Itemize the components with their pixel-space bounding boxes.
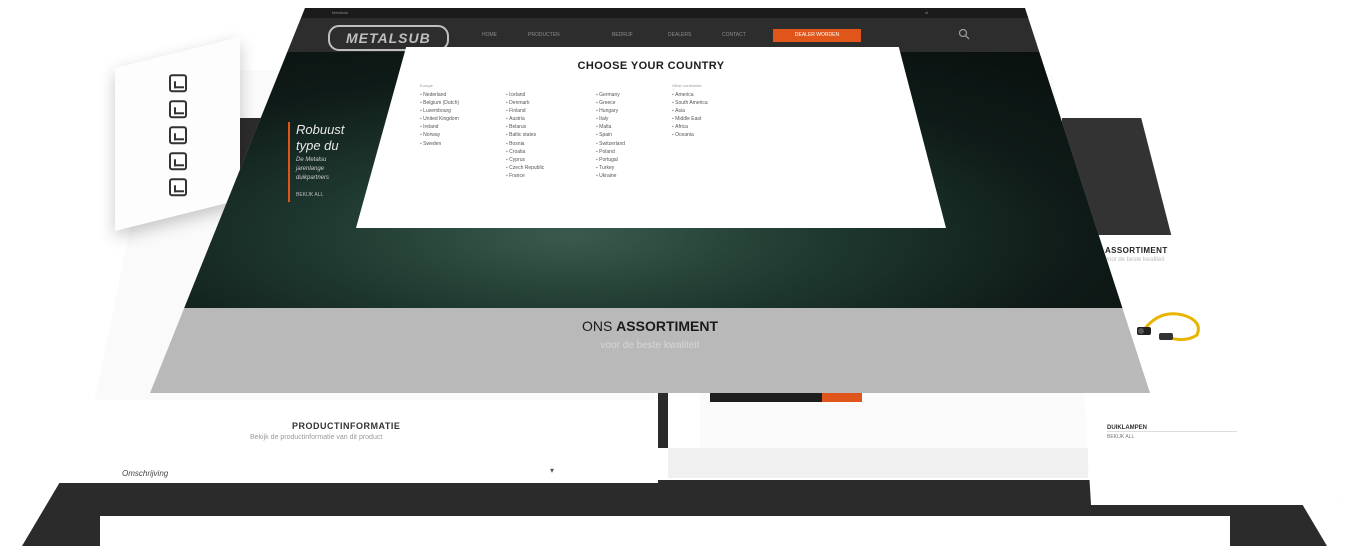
page-separator [668, 448, 1088, 478]
country-option[interactable]: Czech Republic [506, 165, 544, 173]
country-option[interactable]: Norway [420, 132, 459, 140]
pdf-icon[interactable] [169, 152, 187, 171]
country-option[interactable]: Malta [596, 124, 625, 132]
hero-body-text: De Metalsu jarenlange duikpartners [296, 157, 330, 181]
heading-bold: ASSORTIMENT [616, 318, 719, 334]
black-strip [710, 392, 822, 402]
country-option[interactable]: South America [672, 100, 708, 108]
background-strip [100, 516, 1230, 546]
nav-item-contact[interactable]: CONTACT [722, 32, 746, 38]
country-option[interactable]: Iceland [506, 92, 544, 100]
country-option[interactable]: Nederland [420, 92, 459, 100]
country-option[interactable]: Luxembourg [420, 108, 459, 116]
country-option[interactable]: Finland [506, 108, 544, 116]
search-icon[interactable] [958, 28, 970, 40]
country-option[interactable]: Asia [672, 108, 708, 116]
country-column-other: Other continents AmericaSouth AmericaAsi… [672, 83, 708, 141]
pdf-icon[interactable] [169, 178, 187, 197]
country-option[interactable]: Bosnia [506, 141, 544, 149]
country-option[interactable]: Portugal [596, 157, 625, 165]
column-heading: Europe [420, 83, 433, 88]
country-option[interactable]: Ukraine [596, 173, 625, 181]
hero-text: De Metalsu jarenlange duikpartners [296, 156, 329, 183]
country-option[interactable]: Italy [596, 116, 625, 124]
category-label: DUIKLAMPEN [1107, 425, 1147, 431]
nav-item-products[interactable]: PRODUCTEN [528, 32, 560, 38]
country-option[interactable]: Oceania [672, 132, 708, 140]
country-option[interactable]: Croatia [506, 149, 544, 157]
country-option[interactable]: Belgium (Dutch) [420, 100, 459, 108]
country-option[interactable]: Ireland [420, 124, 459, 132]
product-image[interactable] [1137, 305, 1213, 345]
product-info-panel: PRODUCTINFORMATIE Bekijk de productinfor… [10, 403, 658, 483]
nav-item-dealers[interactable]: DEALERS [668, 32, 691, 38]
country-option[interactable]: Denmark [506, 100, 544, 108]
country-option[interactable]: Switzerland [596, 141, 625, 149]
country-column-2: IcelandDenmarkFinlandAustriaBelarusBalti… [506, 83, 544, 181]
country-option[interactable]: France [506, 173, 544, 181]
pdf-icon[interactable] [169, 74, 187, 93]
nav-item-company[interactable]: BEDRIJF [612, 32, 633, 38]
assortiment-subtitle: voor de beste kwaliteit [1105, 257, 1165, 263]
view-all-link[interactable]: BEKIJK ALL [1107, 434, 1134, 440]
country-option[interactable]: Baltic states [506, 132, 544, 140]
main-navigation: METALSUB HOME PRODUCTEN BEDRIJF DEALERS … [150, 18, 1150, 52]
hero-view-all-link[interactable]: BEKIJK ALL [296, 192, 323, 198]
hero-accent-line [288, 122, 290, 202]
pdf-icon[interactable] [169, 126, 187, 145]
country-option[interactable]: Cyprus [506, 157, 544, 165]
country-column-europe: Europe NederlandBelgium (Dutch)Luxembour… [420, 83, 459, 149]
country-option[interactable]: Turkey [596, 165, 625, 173]
product-info-title: PRODUCTINFORMATIE [292, 421, 401, 431]
assortiment-title: ASSORTIMENT [1105, 246, 1168, 255]
divider [1107, 431, 1237, 432]
hero-title: Robuust type du [296, 122, 344, 154]
dark-divider [658, 392, 668, 448]
country-option[interactable]: Austria [506, 116, 544, 124]
country-column-3: GermanyGreeceHungaryItalyMaltaSpainSwitz… [596, 83, 625, 181]
country-option[interactable]: America [672, 92, 708, 100]
country-option[interactable]: Hungary [596, 108, 625, 116]
product-info-subtitle: Bekijk de productinformatie van dit prod… [250, 434, 383, 441]
assortiment-heading: ONS ASSORTIMENT [150, 318, 1150, 334]
country-option[interactable]: Middle East [672, 116, 708, 124]
country-option[interactable]: Germany [596, 92, 625, 100]
country-option[interactable]: United Kingdom [420, 116, 459, 124]
country-option[interactable]: Poland [596, 149, 625, 157]
country-option[interactable]: Africa [672, 124, 708, 132]
assortiment-subheading: voor de beste kwaliteit [600, 340, 700, 351]
description-accordion-label[interactable]: Omschrijving [122, 469, 168, 478]
country-option[interactable]: Belarus [506, 124, 544, 132]
country-option[interactable]: Sweden [420, 141, 459, 149]
orange-strip [822, 392, 862, 402]
heading-light: ONS [581, 318, 617, 334]
column-heading [506, 83, 544, 88]
pdf-icon[interactable] [169, 100, 187, 119]
column-heading: Other continents [672, 83, 702, 88]
top-bar: Metalsub nl [150, 8, 1150, 18]
language-selector[interactable]: nl [925, 10, 928, 15]
modal-title: CHOOSE YOUR COUNTRY [577, 60, 725, 72]
hero-title-text: Robuust type du [296, 122, 345, 153]
download-sidebar [115, 36, 240, 231]
chevron-down-icon[interactable]: ▾ [550, 466, 554, 475]
country-selector-modal: CHOOSE YOUR COUNTRY Europe NederlandBelg… [356, 47, 946, 228]
nav-item-home[interactable]: HOME [482, 32, 497, 38]
country-option[interactable]: Spain [596, 132, 625, 140]
become-dealer-button[interactable]: DEALER WORDEN [773, 29, 861, 42]
country-option[interactable]: Greece [596, 100, 625, 108]
column-heading [596, 83, 625, 88]
top-bar-text: Metalsub [332, 10, 349, 15]
